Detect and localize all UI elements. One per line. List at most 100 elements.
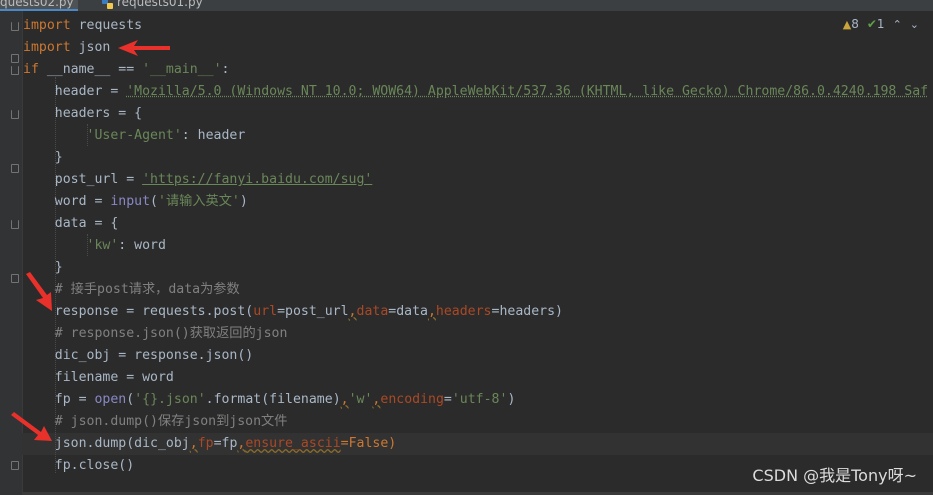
code-token: fp =	[23, 392, 95, 407]
code-token: dic_obj = response.json()	[23, 348, 254, 363]
code-token: data = {	[23, 216, 119, 231]
code-token: fp	[197, 436, 214, 451]
fold-marker[interactable]	[11, 164, 19, 173]
fold-marker[interactable]	[11, 220, 19, 229]
tab-label: requests01.py	[117, 0, 203, 9]
code-token: fp.close()	[23, 458, 135, 473]
fold-marker[interactable]	[11, 54, 19, 63]
fold-marker[interactable]	[11, 66, 19, 75]
code-token: ,	[189, 436, 198, 451]
chevron-down-icon[interactable]: ⌄	[910, 18, 919, 31]
code-comment: # json.dump()保存json到json文件	[23, 414, 288, 429]
code-token: )	[507, 392, 516, 407]
code-token: header =	[23, 84, 127, 99]
code-token: headers	[435, 304, 492, 319]
url-string[interactable]: 'https://fanyi.baidu.com/sug'	[142, 172, 372, 187]
fold-marker[interactable]	[11, 274, 19, 283]
code-token: =False)	[340, 436, 397, 451]
code-token: '{}.json'	[134, 392, 206, 407]
code-token: 'kw'	[23, 238, 119, 253]
warnings-indicator[interactable]: ▲8	[843, 17, 859, 31]
code-line-14: response = requests.post(url=post_url,da…	[23, 301, 563, 323]
warning-icon: ▲	[842, 18, 852, 31]
code-token: open	[94, 392, 127, 407]
code-token: =post_url	[277, 304, 349, 319]
red-arrow-annotation	[26, 272, 52, 311]
code-token: post_url =	[23, 172, 143, 187]
code-token: ,	[340, 392, 349, 407]
code-token: : word	[118, 238, 166, 253]
code-token: url	[253, 304, 278, 319]
code-token: response = requests.post(	[23, 304, 254, 319]
code-token: }	[23, 150, 63, 165]
code-token: ,	[348, 304, 357, 319]
tab-label: quests02.py	[0, 0, 74, 9]
code-token: import	[23, 40, 71, 55]
code-line-9: word = input('请输入英文')	[23, 191, 248, 213]
code-token: =headers)	[491, 304, 563, 319]
code-token: =fp	[213, 436, 238, 451]
code-token: requests	[70, 18, 143, 33]
code-line-18: fp = open('{}.json'.format(filename),'w'…	[23, 389, 516, 411]
code-token: encoding	[380, 392, 444, 407]
code-line-16: dic_obj = response.json()	[23, 345, 254, 367]
fold-marker[interactable]	[11, 22, 19, 31]
weak-warnings-indicator[interactable]: ✔1	[867, 17, 885, 31]
red-arrow-annotation	[118, 40, 170, 56]
code-token: 'Mozilla/5.0 (Windows NT 10.0; WOW64) Ap…	[126, 84, 929, 99]
chevron-up-icon[interactable]: ⌃	[893, 18, 902, 31]
code-line-8: post_url = 'https://fanyi.baidu.com/sug'	[23, 169, 373, 191]
code-line-2: import json	[23, 37, 110, 59]
code-comment: # response.json()获取返回的json	[23, 326, 288, 341]
tab-requests01[interactable]: requests01.py	[100, 0, 203, 11]
code-token: filename = word	[23, 370, 174, 385]
code-token: : header	[181, 128, 246, 143]
editor-tab-bar: quests02.py requests01.py	[0, 0, 933, 11]
tab-requests02[interactable]: quests02.py	[0, 0, 78, 11]
code-token: data	[356, 304, 389, 319]
python-file-icon	[102, 0, 113, 9]
code-line-17: filename = word	[23, 367, 174, 389]
checkmark-icon: ✔	[866, 17, 877, 31]
code-token: '请输入英文'	[158, 194, 240, 209]
code-token: =data	[388, 304, 428, 319]
code-line-7: }	[23, 147, 63, 169]
code-token: word =	[23, 194, 111, 209]
code-token: input	[110, 194, 151, 209]
code-token: (	[126, 392, 135, 407]
code-token: :	[221, 62, 230, 77]
code-editor[interactable]: import requests import json if __name__ …	[22, 11, 933, 495]
code-token: ,	[427, 304, 436, 319]
code-line-20: json.dump(dic_obj,fp=fp,ensure_ascii=Fal…	[23, 433, 396, 455]
code-token: json	[70, 40, 111, 55]
code-token: 'User-Agent'	[23, 128, 182, 143]
code-token: import	[23, 18, 71, 33]
code-line-1: import requests	[23, 15, 142, 37]
code-token: if	[23, 62, 39, 77]
code-token: __name__ ==	[38, 62, 143, 77]
weak-warnings-count: 1	[876, 17, 885, 31]
code-token: (	[150, 194, 158, 209]
fold-marker[interactable]	[11, 461, 19, 470]
code-line-5: headers = {	[23, 103, 142, 125]
code-line-19: # json.dump()保存json到json文件	[23, 411, 288, 433]
code-line-4: header = 'Mozilla/5.0 (Windows NT 10.0; …	[23, 81, 928, 103]
code-line-15: # response.json()获取返回的json	[23, 323, 288, 345]
code-token: 'utf-8'	[451, 392, 508, 407]
warnings-count: 8	[851, 17, 859, 31]
code-token: 'w'	[348, 392, 373, 407]
red-arrow-annotation	[11, 412, 52, 441]
code-token: .format(filename)	[205, 392, 341, 407]
code-line-21: fp.close()	[23, 455, 134, 477]
code-token: headers = {	[23, 106, 143, 121]
code-token: '__main__'	[142, 62, 222, 77]
code-line-10: data = {	[23, 213, 119, 235]
fold-marker[interactable]	[11, 110, 19, 119]
watermark: CSDN @我是Tony呀~	[752, 466, 917, 485]
code-line-11: 'kw': word	[23, 235, 166, 257]
code-token: =	[443, 392, 452, 407]
code-token: )	[239, 194, 248, 209]
code-line-6: 'User-Agent': header	[23, 125, 246, 147]
inspection-widget[interactable]: ▲8 ✔1 ⌃ ⌄	[843, 17, 919, 31]
code-token: ensure_ascii	[245, 436, 341, 451]
